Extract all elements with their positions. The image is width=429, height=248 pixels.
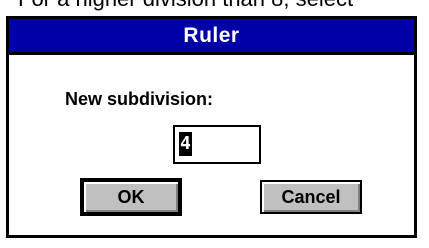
ruler-dialog: Ruler New subdivision: 4 OK Cancel <box>6 16 417 238</box>
subdivision-label: New subdivision: <box>65 89 214 109</box>
subdivision-value: 4 <box>179 132 192 156</box>
background-help-text: For a higher division than 8, select <box>18 0 353 12</box>
dialog-titlebar[interactable]: Ruler <box>9 19 414 55</box>
subdivision-input[interactable]: 4 <box>173 125 261 164</box>
cancel-button[interactable]: Cancel <box>260 180 362 214</box>
dialog-title: Ruler <box>183 23 240 47</box>
ok-button[interactable]: OK <box>80 178 182 216</box>
